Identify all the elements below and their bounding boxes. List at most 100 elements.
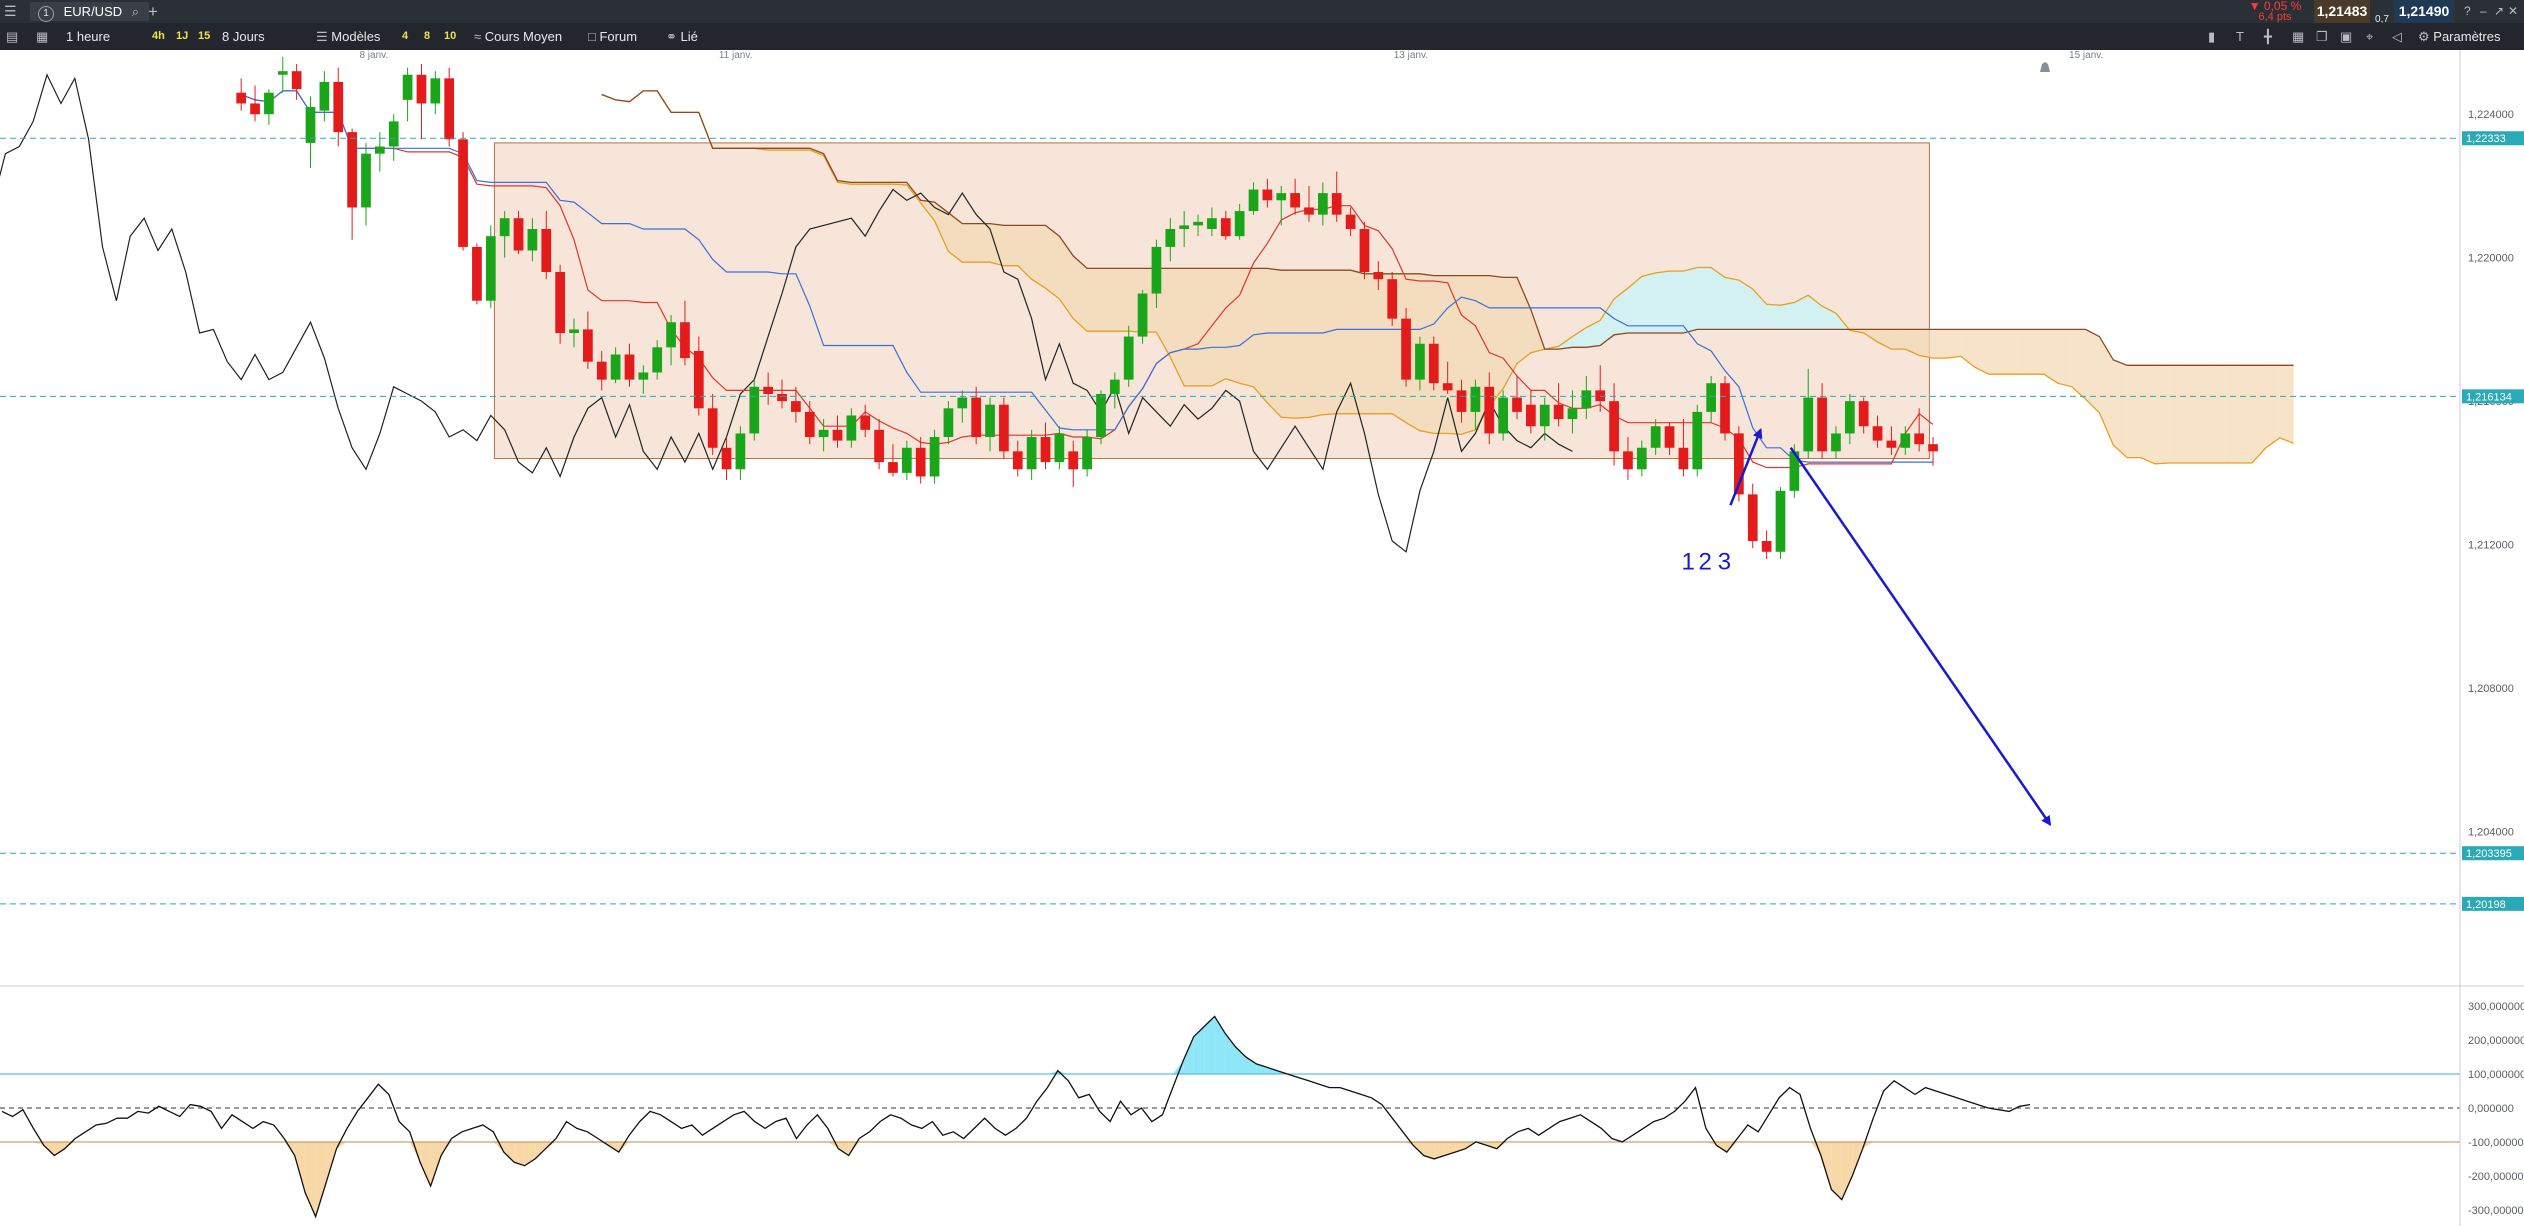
window-title-bar: ☰ 1 EUR/USD ⌕ + ▼ 0,05 % 6,4 pts 1,21483… — [0, 0, 2524, 25]
ichimoku-cloud-segment — [2154, 365, 2169, 464]
close-icon[interactable]: ✕ — [2508, 0, 2518, 23]
candle — [1775, 487, 1786, 559]
tab-eur-usd[interactable]: 1 EUR/USD ⌕ — [30, 2, 150, 22]
candle-body — [846, 415, 857, 441]
candle-body — [1442, 383, 1453, 391]
list-icon[interactable]: ▤ — [6, 23, 18, 50]
models-button[interactable]: ☰ Modèles — [316, 23, 380, 50]
candle-body — [1539, 404, 1550, 427]
date-label-1: 11 janv. — [719, 50, 753, 61]
candle-body — [1387, 279, 1398, 319]
candle-body — [1928, 444, 1938, 452]
candle-body — [541, 228, 552, 273]
forum-label: Forum — [599, 29, 638, 44]
restore-icon[interactable]: ↗ — [2494, 0, 2504, 23]
menu-icon[interactable]: ☰ — [4, 0, 17, 23]
candle-body — [1692, 411, 1703, 470]
candle-body — [1026, 437, 1037, 470]
candle-body — [874, 429, 884, 463]
settings-button[interactable]: ⚙ Paramètres — [2418, 23, 2500, 50]
average-price-button[interactable]: ≈ Cours Moyen — [474, 23, 562, 50]
candle — [999, 397, 1009, 459]
linked-button[interactable]: ⚭ Lié — [666, 23, 698, 50]
candle-body — [693, 350, 704, 409]
candle-body — [1359, 228, 1370, 273]
candle — [1498, 390, 1508, 441]
candle-body — [277, 71, 288, 75]
model-preset-10[interactable]: 10 — [444, 23, 456, 50]
annotation-label-3: 3 — [1718, 549, 1731, 576]
ichimoku-cloud-segment — [1697, 267, 1712, 330]
search-icon[interactable]: ⌕ — [132, 4, 139, 19]
help-icon[interactable]: ? — [2464, 0, 2471, 23]
average-icon: ≈ — [474, 29, 482, 44]
candle-body — [1276, 193, 1287, 201]
candle-body — [777, 393, 787, 402]
ichimoku-cloud-segment — [1946, 329, 1961, 359]
bid-price[interactable]: 1,21483 — [2314, 0, 2370, 23]
candle-body — [458, 139, 468, 247]
candle-body — [1179, 225, 1190, 229]
ichimoku-cloud-segment — [2002, 329, 2017, 375]
candle-body — [1317, 193, 1328, 215]
candle-body — [1761, 541, 1772, 552]
grid-icon[interactable]: ▦ — [2292, 23, 2304, 50]
ichimoku-cloud-segment — [1198, 268, 1212, 386]
candle-body — [1207, 218, 1217, 229]
timeframe-select[interactable]: 1 heure — [66, 23, 146, 50]
candle-body — [1234, 211, 1245, 237]
alert-icon[interactable]: ⌖ — [2366, 23, 2373, 50]
ichimoku-cloud-segment — [1766, 304, 1781, 330]
copy-icon[interactable]: ❐ — [2316, 23, 2328, 50]
text-tool-icon[interactable]: T — [2236, 23, 2244, 50]
candle-body — [1123, 336, 1134, 380]
tag-icon[interactable]: ◁ — [2392, 23, 2402, 50]
layout-icon[interactable]: ▦ — [36, 23, 48, 50]
ichimoku-cloud-segment — [1322, 270, 1337, 415]
forum-button[interactable]: □ Forum — [588, 23, 637, 50]
range-select[interactable]: 8 Jours — [222, 23, 265, 50]
candle — [1387, 272, 1398, 326]
candle-body — [749, 386, 760, 434]
indicator-tick-label-0: 300,000000 — [2468, 1001, 2524, 1013]
annotation-label-2: 2 — [1698, 549, 1711, 576]
screenshot-icon[interactable]: ▣ — [2340, 23, 2352, 50]
candle-body — [707, 408, 718, 448]
price-tick-label-1: 1,220000 — [2468, 253, 2514, 265]
candle-body — [1844, 401, 1855, 434]
candle-body — [624, 354, 635, 380]
candle-body — [721, 447, 732, 470]
minimize-icon[interactable]: – — [2480, 0, 2487, 23]
candle-body — [1858, 401, 1869, 427]
candle-body — [1151, 246, 1162, 294]
candle-body — [818, 429, 829, 438]
ask-price[interactable]: 1,21490 — [2394, 0, 2454, 23]
timeframe-4h[interactable]: 4h — [152, 23, 165, 50]
model-preset-8[interactable]: 8 — [424, 23, 430, 50]
candle-body — [888, 462, 898, 473]
model-preset-4[interactable]: 4 — [402, 23, 408, 50]
timeframe-1j[interactable]: 1J — [176, 23, 188, 50]
chart-canvas[interactable]: 8 janv. 11 janv. 13 janv. 15 janv. 1,224000 1… — [0, 50, 2524, 1226]
price-level-label-0: 1,22333 — [2466, 133, 2506, 145]
ruler-icon[interactable]: ▮ — [2208, 23, 2215, 50]
candle-body — [1817, 397, 1827, 452]
candle-body — [610, 354, 621, 380]
candle-body — [1109, 379, 1120, 394]
candle-body — [1498, 397, 1508, 434]
ichimoku-cloud-segment — [1211, 268, 1226, 386]
candle-body — [374, 146, 385, 154]
candle-body — [1401, 318, 1411, 380]
candle — [1137, 289, 1148, 344]
candle-body — [499, 218, 510, 237]
candle-body — [416, 74, 427, 104]
candle — [555, 264, 565, 344]
candle-body — [1747, 494, 1758, 542]
candle — [472, 243, 482, 305]
candle-body — [860, 415, 871, 430]
timeframe-15[interactable]: 15 — [198, 23, 210, 50]
ichimoku-cloud-segment — [1253, 268, 1268, 403]
candle-body — [804, 411, 815, 438]
crosshair-icon[interactable]: ╋ — [2264, 23, 2272, 50]
new-tab-button[interactable]: + — [148, 0, 158, 23]
